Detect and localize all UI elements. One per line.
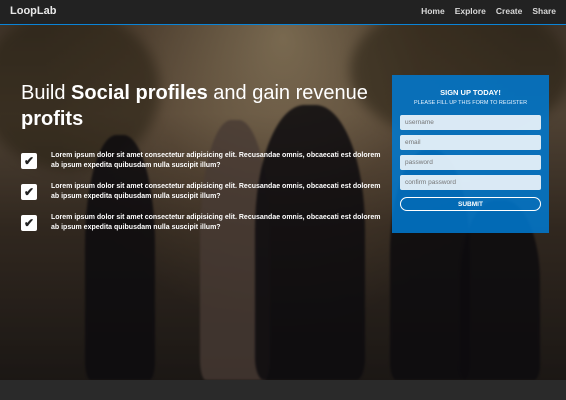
feature-item: ✔ Lorem ipsum dolor sit amet consectetur… bbox=[21, 182, 381, 202]
checkmark-icon: ✔ bbox=[21, 184, 37, 200]
footer-bar bbox=[0, 380, 566, 400]
submit-button[interactable]: SUBMIT bbox=[400, 197, 541, 211]
hero-headline: Build Social profiles and gain revenue p… bbox=[21, 80, 381, 132]
confirm-password-input[interactable] bbox=[400, 175, 541, 190]
nav-link-home[interactable]: Home bbox=[421, 6, 445, 16]
nav-links: Home Explore Create Share bbox=[421, 6, 556, 16]
headline-emphasis: Social profiles bbox=[71, 82, 208, 104]
signup-subtitle: PLEASE FILL UP THIS FORM TO REGISTER bbox=[413, 100, 528, 106]
feature-item: ✔ Lorem ipsum dolor sit amet consectetur… bbox=[21, 213, 381, 233]
checkmark-icon: ✔ bbox=[21, 215, 37, 231]
brand-logo[interactable]: LoopLab bbox=[10, 5, 56, 17]
email-input[interactable] bbox=[400, 135, 541, 150]
headline-text: Build bbox=[21, 82, 72, 104]
top-navbar: LoopLab Home Explore Create Share bbox=[0, 0, 566, 25]
nav-link-share[interactable]: Share bbox=[532, 6, 556, 16]
nav-link-explore[interactable]: Explore bbox=[455, 6, 486, 16]
checkmark-icon: ✔ bbox=[21, 153, 37, 169]
signup-form: SIGN UP TODAY! PLEASE FILL UP THIS FORM … bbox=[392, 75, 549, 233]
feature-text: Lorem ipsum dolor sit amet consectetur a… bbox=[51, 183, 381, 201]
headline-emphasis: profits bbox=[21, 108, 84, 130]
feature-item: ✔ Lorem ipsum dolor sit amet consectetur… bbox=[21, 151, 381, 171]
password-input[interactable] bbox=[400, 155, 541, 170]
signup-title: SIGN UP TODAY! bbox=[440, 88, 501, 97]
feature-text: Lorem ipsum dolor sit amet consectetur a… bbox=[51, 214, 381, 232]
username-input[interactable] bbox=[400, 115, 541, 130]
headline-text: and gain revenue bbox=[207, 82, 368, 104]
nav-link-create[interactable]: Create bbox=[496, 6, 522, 16]
feature-text: Lorem ipsum dolor sit amet consectetur a… bbox=[51, 152, 381, 170]
